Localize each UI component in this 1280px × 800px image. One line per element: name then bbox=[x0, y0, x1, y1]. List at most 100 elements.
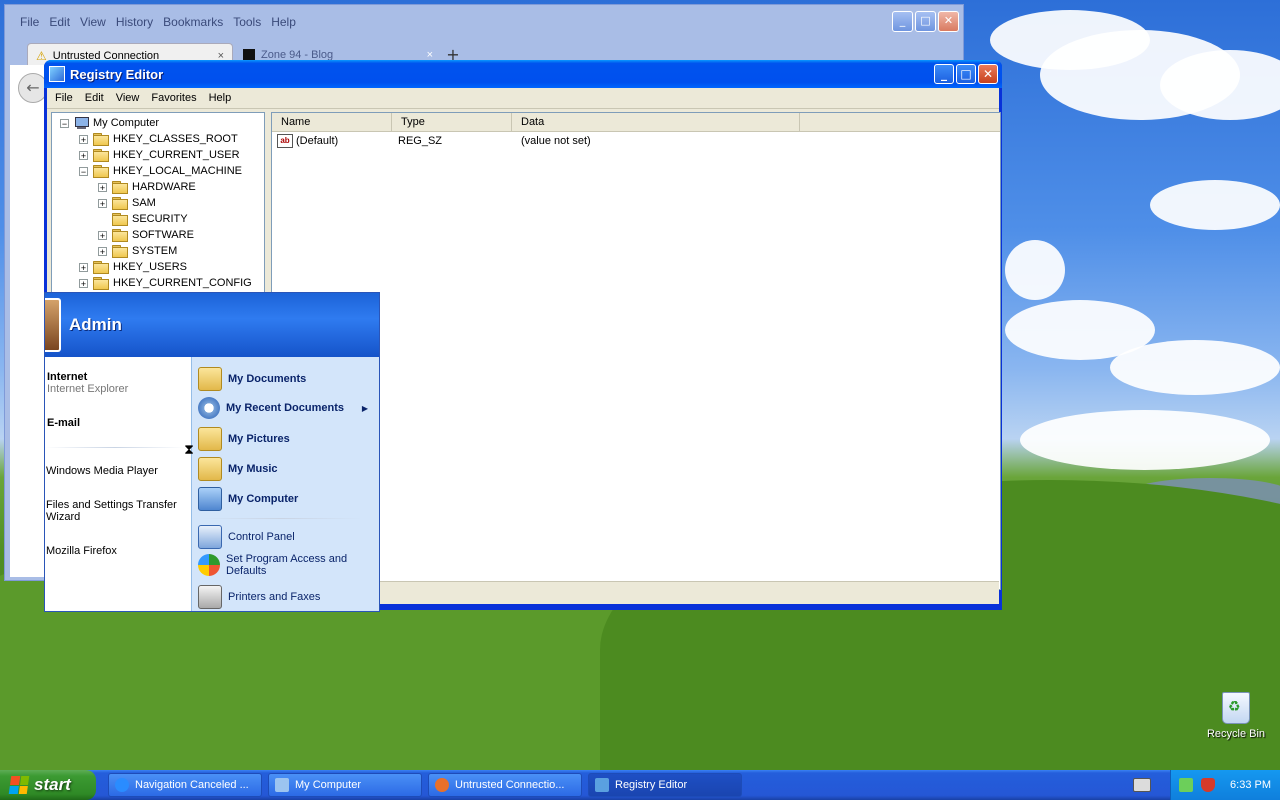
system-control-panel[interactable]: Control Panel bbox=[198, 525, 295, 549]
start-button[interactable]: start bbox=[0, 770, 96, 800]
tree-node-hklm[interactable]: − HKEY_LOCAL_MACHINE bbox=[79, 163, 242, 179]
column-header-data[interactable]: Data bbox=[512, 113, 800, 131]
place-my-recent-documents[interactable]: My Recent Documents ▶ bbox=[198, 397, 376, 419]
recent-program-wmp[interactable]: Windows Media Player bbox=[46, 465, 158, 477]
menu-view[interactable]: View bbox=[110, 92, 146, 104]
tree-node-label: SOFTWARE bbox=[132, 229, 194, 241]
tree-node-hkcr[interactable]: + HKEY_CLASSES_ROOT bbox=[79, 131, 238, 147]
tree-node-software[interactable]: + SOFTWARE bbox=[98, 227, 194, 243]
folder-icon bbox=[93, 133, 109, 146]
task-label: Untrusted Connectio... bbox=[455, 779, 565, 791]
close-button[interactable]: ✕ bbox=[978, 64, 998, 84]
divider bbox=[202, 518, 362, 519]
minimize-button[interactable]: _ bbox=[892, 11, 913, 32]
start-menu[interactable]: Admin Internet Internet Explorer E-mail … bbox=[44, 292, 380, 612]
menu-help[interactable]: Help bbox=[266, 15, 301, 29]
menu-view[interactable]: View bbox=[75, 15, 111, 29]
tree-node-hardware[interactable]: + HARDWARE bbox=[98, 179, 196, 195]
menu-tools[interactable]: Tools bbox=[228, 15, 266, 29]
task-navigation-canceled[interactable]: Navigation Canceled ... bbox=[108, 773, 262, 797]
menu-bookmarks[interactable]: Bookmarks bbox=[158, 15, 228, 29]
task-label: Registry Editor bbox=[615, 779, 688, 791]
hourglass-cursor-icon: ⧗ bbox=[184, 442, 194, 458]
table-row[interactable]: ab (Default) REG_SZ (value not set) bbox=[272, 132, 1000, 150]
expand-icon[interactable]: + bbox=[98, 182, 107, 192]
program-access-icon bbox=[198, 554, 220, 576]
tree-node-label: HKEY_CURRENT_USER bbox=[113, 149, 240, 161]
collapse-icon[interactable]: − bbox=[79, 166, 88, 176]
tree-node-hkcu[interactable]: + HKEY_CURRENT_USER bbox=[79, 147, 240, 163]
network-icon[interactable] bbox=[1179, 778, 1193, 792]
tree-node-security[interactable]: SECURITY bbox=[98, 211, 188, 227]
expand-icon[interactable]: + bbox=[79, 278, 88, 288]
tree-node-my-computer[interactable]: − My Computer bbox=[60, 115, 159, 131]
tree-node-system[interactable]: + SYSTEM bbox=[98, 243, 177, 259]
place-my-computer[interactable]: My Computer bbox=[198, 487, 298, 511]
task-label: My Computer bbox=[295, 779, 362, 791]
recent-documents-icon bbox=[198, 397, 220, 419]
user-avatar[interactable] bbox=[45, 298, 61, 352]
minimize-button[interactable]: _ bbox=[934, 64, 954, 84]
expand-icon[interactable]: + bbox=[79, 262, 88, 272]
menu-edit[interactable]: Edit bbox=[44, 15, 75, 29]
start-menu-places: My Documents My Recent Documents ▶ My Pi… bbox=[191, 357, 379, 611]
place-my-music[interactable]: My Music bbox=[198, 457, 278, 481]
computer-icon bbox=[74, 116, 89, 130]
tree-node-sam[interactable]: + SAM bbox=[98, 195, 156, 211]
expand-icon[interactable]: + bbox=[98, 198, 107, 208]
place-label: My Documents bbox=[228, 373, 307, 385]
control-panel-icon bbox=[198, 525, 222, 549]
system-program-access[interactable]: Set Program Access and Defaults bbox=[198, 553, 358, 577]
user-name: Admin bbox=[69, 315, 122, 334]
close-button[interactable]: ✕ bbox=[938, 11, 959, 32]
menu-help[interactable]: Help bbox=[203, 92, 238, 104]
column-header-type[interactable]: Type bbox=[392, 113, 512, 131]
recycle-bin[interactable]: Recycle Bin bbox=[1204, 692, 1268, 740]
recent-program-transfer-wizard[interactable]: Files and Settings Transfer Wizard bbox=[46, 499, 186, 523]
menu-edit[interactable]: Edit bbox=[79, 92, 110, 104]
task-registry-editor[interactable]: Registry Editor bbox=[588, 773, 742, 797]
recycle-bin-icon bbox=[1222, 692, 1250, 724]
folder-icon bbox=[112, 213, 128, 226]
recent-program-firefox[interactable]: Mozilla Firefox bbox=[46, 545, 117, 557]
clock[interactable]: 6:33 PM bbox=[1230, 779, 1271, 791]
expand-icon[interactable]: + bbox=[98, 230, 107, 240]
tree-node-hku[interactable]: + HKEY_USERS bbox=[79, 259, 187, 275]
registry-values-list[interactable]: Name Type Data ab (Default) REG_SZ (valu… bbox=[271, 112, 1001, 590]
task-my-computer[interactable]: My Computer bbox=[268, 773, 422, 797]
pinned-label: Internet bbox=[47, 371, 88, 383]
expand-icon[interactable]: + bbox=[79, 134, 88, 144]
tree-node-label: HKEY_LOCAL_MACHINE bbox=[113, 165, 242, 177]
program-label: Mozilla Firefox bbox=[46, 545, 117, 557]
maximize-button[interactable]: □ bbox=[956, 64, 976, 84]
start-menu-header: Admin bbox=[45, 293, 379, 357]
expand-icon[interactable]: + bbox=[79, 150, 88, 160]
menu-file[interactable]: File bbox=[15, 15, 44, 29]
system-printers-faxes[interactable]: Printers and Faxes bbox=[198, 585, 320, 609]
registry-titlebar[interactable]: Registry Editor _ □ ✕ bbox=[44, 60, 1002, 88]
folder-icon bbox=[93, 261, 109, 274]
tree-node-hkcc[interactable]: + HKEY_CURRENT_CONFIG bbox=[79, 275, 252, 291]
column-header-name[interactable]: Name bbox=[272, 113, 392, 131]
task-firefox[interactable]: Untrusted Connectio... bbox=[428, 773, 582, 797]
collapse-icon[interactable]: − bbox=[60, 118, 69, 128]
string-value-icon: ab bbox=[277, 134, 293, 148]
folder-icon bbox=[198, 457, 222, 481]
place-label: My Recent Documents bbox=[226, 402, 344, 414]
expand-icon[interactable]: + bbox=[98, 246, 107, 256]
menu-history[interactable]: History bbox=[111, 15, 158, 29]
menu-favorites[interactable]: Favorites bbox=[145, 92, 202, 104]
keyboard-icon[interactable] bbox=[1133, 778, 1151, 792]
pinned-email[interactable]: E-mail bbox=[47, 417, 80, 429]
maximize-button[interactable]: □ bbox=[915, 11, 936, 32]
menu-file[interactable]: File bbox=[49, 92, 79, 104]
pinned-sublabel: Internet Explorer bbox=[47, 383, 129, 395]
place-my-pictures[interactable]: My Pictures bbox=[198, 427, 290, 451]
firefox-window-controls: _ □ ✕ bbox=[892, 11, 959, 32]
system-label: Printers and Faxes bbox=[228, 591, 321, 603]
security-shield-icon[interactable] bbox=[1201, 778, 1215, 792]
tree-node-label: SAM bbox=[132, 197, 156, 209]
place-my-documents[interactable]: My Documents bbox=[198, 367, 306, 391]
pinned-internet[interactable]: Internet Internet Explorer bbox=[47, 371, 128, 395]
